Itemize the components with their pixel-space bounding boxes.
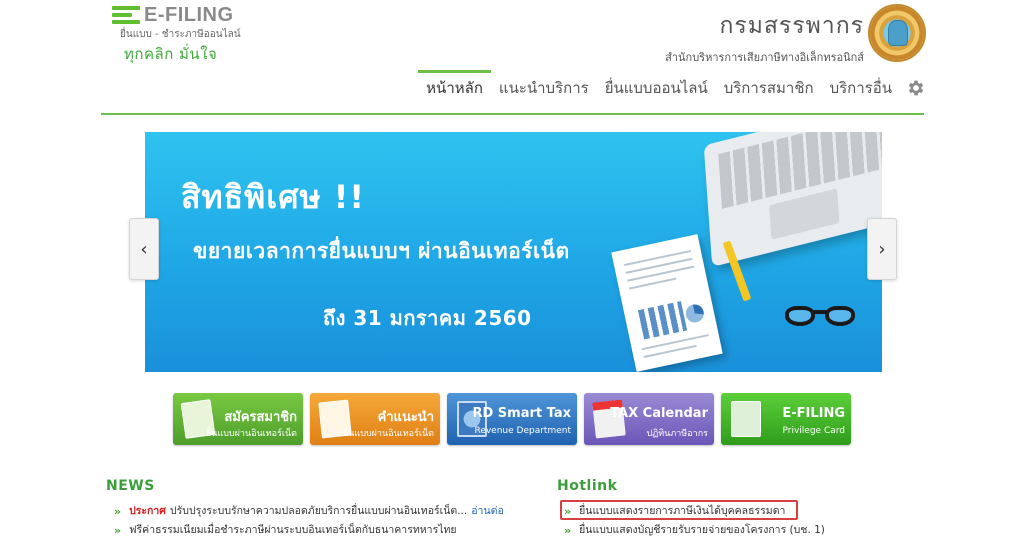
tile-title: สมัครสมาชิก: [224, 410, 297, 425]
bullet-icon: »: [114, 524, 122, 537]
list-item[interactable]: » ฟรีค่าธรรมเนียมเมื่อชำระภาษีผ่านระบบอิ…: [114, 521, 504, 538]
tile-tax-calendar[interactable]: TAX Calendar ปฏิทินภาษีอากร: [584, 393, 714, 445]
nav-item-other-services[interactable]: บริการอื่น: [822, 70, 900, 106]
chevron-left-icon: ‹: [140, 238, 148, 260]
nav-item-member-services[interactable]: บริการสมาชิก: [716, 70, 822, 106]
news-heading: NEWS: [106, 478, 155, 494]
hotlink-list: » ยื่นแบบแสดงรายการภาษีเงินได้บุคคลธรรมด…: [564, 502, 825, 538]
org-subtitle: สำนักบริหารการเสียภาษีทางอิเล็กทรอนิกส์: [665, 51, 864, 64]
nav-divider: [101, 113, 924, 115]
tile-subtitle: ปฏิทินภาษีอากร: [646, 429, 708, 439]
tile-subtitle: ยื่นแบบผ่านอินเทอร์เน็ต: [205, 429, 297, 439]
gear-icon[interactable]: [906, 78, 926, 98]
efiling-wordmark: E-FILING: [112, 4, 252, 26]
hotlink-pnd-individual[interactable]: ยื่นแบบแสดงรายการภาษีเงินได้บุคคลธรรมดา: [579, 502, 785, 521]
promo-banner[interactable]: สิทธิพิเศษ !! ขยายเวลาการยื่นแบบฯ ผ่านอิ…: [145, 132, 882, 372]
tile-subtitle: ยื่นแบบผ่านอินเทอร์เน็ต: [342, 429, 434, 439]
bullet-icon: »: [114, 505, 122, 518]
banner-title: สิทธิพิเศษ !!: [181, 178, 365, 216]
revenue-department-seal-icon[interactable]: [868, 4, 926, 62]
list-item[interactable]: » ยื่นแบบแสดงบัญชีรายรับรายจ่ายของโครงกา…: [564, 521, 825, 538]
tile-guide[interactable]: คำแนะนำ ยื่นแบบผ่านอินเทอร์เน็ต: [310, 393, 440, 445]
tile-title: คำแนะนำ: [377, 410, 434, 425]
report-illustration: [611, 234, 723, 372]
news-text[interactable]: ฟรีค่าธรรมเนียมเมื่อชำระภาษีผ่านระบบอินเ…: [129, 521, 456, 538]
tile-subtitle: Revenue Department: [474, 426, 571, 436]
carousel-next-button[interactable]: ›: [867, 218, 897, 280]
banner-subtitle: ขยายเวลาการยื่นแบบฯ ผ่านอินเทอร์เน็ต: [193, 239, 570, 263]
tile-title: E-FILING: [782, 406, 845, 421]
org-block: กรมสรรพากร สำนักบริหารการเสียภาษีทางอิเล…: [665, 8, 864, 66]
tile-register[interactable]: สมัครสมาชิก ยื่นแบบผ่านอินเทอร์เน็ต: [173, 393, 303, 445]
nav-item-home[interactable]: หน้าหลัก: [418, 70, 491, 106]
tile-privilege-card[interactable]: E-FILING Privilege Card: [721, 393, 851, 445]
efiling-e-icon: [112, 5, 142, 25]
chevron-right-icon: ›: [878, 238, 886, 260]
service-tiles: สมัครสมาชิก ยื่นแบบผ่านอินเทอร์เน็ต คำแน…: [173, 393, 851, 445]
bullet-icon: »: [564, 505, 572, 518]
org-name: กรมสรรพากร: [719, 13, 864, 39]
news-tag: ประกาศ: [129, 505, 166, 517]
banner-deadline: ถึง 31 มกราคม 2560: [323, 306, 532, 330]
brand-subtitle: ยื่นแบบ - ชำระภาษีออนไลน์: [120, 29, 241, 40]
list-item[interactable]: » ประกาศ ปรับปรุงระบบรักษาความปลอดภัยบริ…: [114, 502, 504, 521]
tile-subtitle: Privilege Card: [782, 426, 846, 436]
bullet-icon: »: [564, 524, 572, 537]
nav-item-file-online[interactable]: ยื่นแบบออนไลน์: [597, 70, 716, 106]
hotlink-project-accounts[interactable]: ยื่นแบบแสดงบัญชีรายรับรายจ่ายของโครงการ …: [579, 521, 825, 538]
brand-name: E-FILING: [144, 3, 234, 26]
read-more-link[interactable]: อ่านต่อ: [471, 502, 504, 521]
card-icon: [731, 401, 761, 437]
efiling-logo[interactable]: E-FILING ยื่นแบบ - ชำระภาษีออนไลน์ ทุกคล…: [112, 4, 252, 66]
tile-title: RD Smart Tax: [472, 406, 571, 421]
glasses-illustration: [785, 300, 861, 330]
tile-title: TAX Calendar: [610, 406, 708, 421]
brand-slogan: ทุกคลิก มั่นใจ: [124, 45, 218, 63]
tile-rd-smart-tax[interactable]: RD Smart Tax Revenue Department: [447, 393, 577, 445]
nav-item-service-intro[interactable]: แนะนำบริการ: [491, 70, 597, 106]
list-item[interactable]: » ยื่นแบบแสดงรายการภาษีเงินได้บุคคลธรรมด…: [564, 502, 825, 521]
news-list: » ประกาศ ปรับปรุงระบบรักษาความปลอดภัยบริ…: [114, 502, 504, 538]
news-text[interactable]: ปรับปรุงระบบรักษาความปลอดภัยบริการยื่นแบ…: [170, 502, 467, 521]
hotlink-heading: Hotlink: [557, 478, 618, 494]
main-nav: หน้าหลัก แนะนำบริการ ยื่นแบบออนไลน์ บริก…: [418, 70, 926, 106]
carousel-prev-button[interactable]: ‹: [129, 218, 159, 280]
